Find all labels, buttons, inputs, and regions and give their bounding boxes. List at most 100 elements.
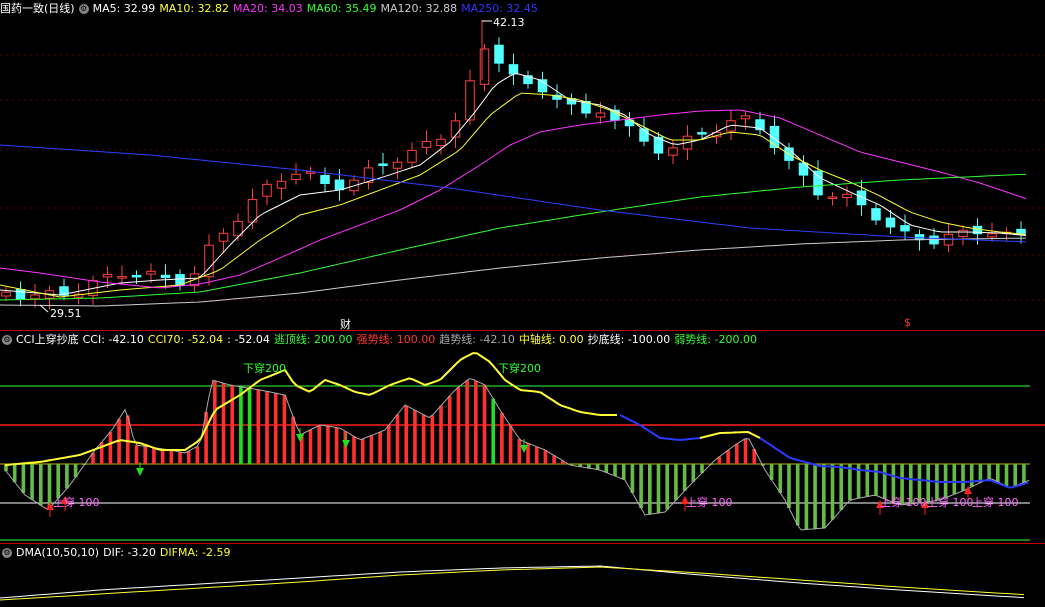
candle-body <box>30 294 40 300</box>
candle-body <box>494 44 504 64</box>
main-panel-header: 国药一致(日线) ⚙ MA5: 32.99 MA10: 32.82 MA20: 34.0… <box>0 0 542 17</box>
cci-bar <box>343 431 348 464</box>
cci-bar <box>413 410 417 464</box>
cci-panel-header: ⚙ CCI上穿抄底 CCI: -42.10 CCI70: -52.04: -52.04… <box>0 331 761 348</box>
candle-body <box>247 199 258 223</box>
cci-bar <box>674 464 678 501</box>
candle-body <box>987 233 997 238</box>
cci-bar <box>595 464 600 470</box>
cci-bar <box>534 446 539 464</box>
ma5-label: MA5: 32.99 <box>92 2 156 15</box>
candle-body <box>595 112 606 118</box>
cci-bar <box>404 405 408 464</box>
chart-canvas[interactable] <box>0 0 1045 607</box>
candle-body <box>958 229 968 237</box>
down-arrow-icon <box>342 440 350 448</box>
cci-bar <box>221 383 226 464</box>
cci-bar <box>126 415 130 464</box>
cci-bar <box>326 426 330 464</box>
cci-bar <box>830 464 835 520</box>
dma-panel-header: ⚙ DMA(10,50,10) DIF: -3.20 DIFMA: -2.59 <box>0 544 234 561</box>
cci-bar <box>143 446 147 464</box>
candle-body <box>334 179 345 191</box>
cci-bar <box>987 464 991 479</box>
escape-top-line: 逃顶线: 200.00 <box>273 333 353 346</box>
cci-bar <box>665 464 669 510</box>
candle-body <box>320 175 330 185</box>
candle-body <box>508 64 519 75</box>
cci-title: CCI上穿抄底 <box>16 333 79 346</box>
cci-extra-value: : -52.04 <box>227 333 270 346</box>
candlestick-panel[interactable] <box>0 20 1045 313</box>
cross-up-100-label: 上穿 100 <box>53 496 100 509</box>
cci-bar <box>656 464 661 513</box>
low-price-label: 29.51 <box>50 307 82 320</box>
cci-bar <box>691 464 696 482</box>
finance-marker[interactable]: 财 <box>340 316 351 332</box>
cci-bar <box>186 451 191 464</box>
cci-bar <box>482 384 487 464</box>
cci-bar <box>387 425 391 464</box>
high-price-label: 42.13 <box>493 16 525 29</box>
cci-bar <box>630 464 635 493</box>
cci-bar <box>308 429 313 464</box>
cci-bar <box>256 389 261 464</box>
cci-bar <box>30 464 34 500</box>
dma-panel[interactable] <box>0 565 1025 601</box>
bottom-line: 抄底线: -100.00 <box>587 333 671 346</box>
candle-body <box>436 138 446 147</box>
candle-body <box>15 288 26 300</box>
center-line: 中轴线: 0.00 <box>518 333 584 346</box>
candle-body <box>697 132 707 135</box>
cci-bar <box>648 464 652 515</box>
cross-up-100-label: 上穿 100 <box>686 496 733 509</box>
cci-bar <box>421 414 426 464</box>
cci-bar <box>317 425 321 464</box>
cci-trend-line <box>4 378 1030 531</box>
settings-circle-icon[interactable]: ⚙ <box>2 548 12 558</box>
cci-bar <box>621 464 626 480</box>
cci-bar <box>969 464 974 487</box>
dividend-marker[interactable]: $ <box>904 316 911 329</box>
candle-body <box>291 173 301 181</box>
candle-body <box>378 163 388 166</box>
settings-circle-icon[interactable]: ⚙ <box>78 4 89 14</box>
down-arrow-icon <box>136 468 144 476</box>
candle-body <box>146 270 156 275</box>
candle-body <box>740 115 751 120</box>
cci-bar <box>613 464 617 476</box>
cci-bar <box>813 464 817 529</box>
candle-body <box>914 234 925 241</box>
candle-body <box>885 217 896 228</box>
cci-bar <box>291 416 295 464</box>
candle-body <box>813 170 823 196</box>
candle-body <box>276 180 287 189</box>
settings-circle-icon[interactable]: ⚙ <box>2 335 12 345</box>
dma-title: DMA(10,50,10) <box>16 546 100 559</box>
cross-down-200-label: 下穿200 <box>243 362 286 375</box>
cci-bar <box>169 450 174 464</box>
cci-bar <box>352 436 356 464</box>
cci-bar <box>543 450 548 464</box>
cci-bar <box>804 464 809 530</box>
dif-value: DIF: -3.20 <box>103 546 156 559</box>
ma20-line <box>0 109 1027 289</box>
candle-body <box>900 225 910 232</box>
cci-bar <box>491 398 495 464</box>
cci-bar <box>239 386 243 464</box>
cci-bar <box>265 391 269 464</box>
candle-body <box>407 149 417 163</box>
cci-bar <box>500 412 504 464</box>
cci-bar <box>508 425 513 464</box>
candle-body <box>871 208 881 221</box>
low-pointer <box>39 304 49 313</box>
cci-bar <box>195 446 200 464</box>
dif-line <box>0 565 1025 599</box>
candle-body <box>1 291 11 297</box>
cci-bar <box>108 431 113 464</box>
cci-bar <box>726 450 730 464</box>
strong-line: 强势线: 100.00 <box>356 333 436 346</box>
candle-body <box>842 193 852 198</box>
cci-bar <box>839 464 843 510</box>
candle-body <box>102 274 113 278</box>
